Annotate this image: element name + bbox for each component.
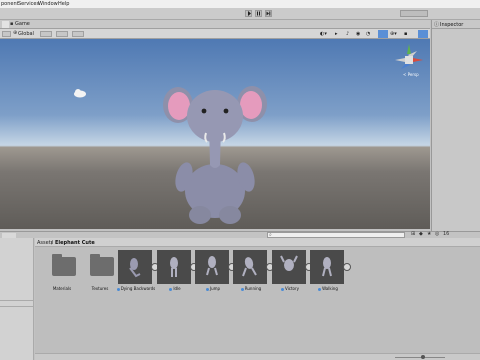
asset-label: Dying Backwards [120, 286, 156, 291]
asset-item[interactable]: Idle [157, 250, 198, 295]
animation-thumbnail [272, 250, 306, 284]
asset-item[interactable]: Materials [44, 250, 80, 295]
play-button[interactable] [245, 10, 252, 17]
grid-visibility-button[interactable] [72, 31, 84, 37]
filter-icon[interactable]: ⊞ [411, 231, 415, 237]
animation-thumbnail [233, 250, 267, 284]
expand-arrow-button[interactable] [343, 263, 351, 271]
asset-label: Victory [285, 286, 299, 291]
scene-toolbar: ⊕ Global ◐▾ ▸ ♪ ◉ ◔ ⊕▾ ▪ [0, 29, 430, 39]
zoom-slider-handle[interactable] [421, 355, 425, 359]
game-tab-label: Game [15, 21, 30, 27]
main-toolbar [0, 8, 480, 20]
star-icon[interactable]: ★ [427, 231, 431, 237]
scene-tab-bar: ▪ Game [0, 20, 430, 29]
lighting-toggle[interactable]: ♪ [346, 31, 354, 37]
snap-increment-button[interactable] [56, 31, 68, 37]
breadcrumb-elephant-cute[interactable]: Elephant Cute [55, 240, 95, 246]
asset-label: Running [244, 286, 262, 291]
zoom-slider-track[interactable] [395, 357, 445, 358]
animation-thumbnail [157, 250, 191, 284]
gizmos-dropdown[interactable]: ⊕▾ [390, 31, 400, 37]
menu-component[interactable]: ponent [1, 1, 19, 7]
effects-dropdown[interactable]: ◔ [366, 31, 376, 37]
search-scene-button[interactable] [418, 30, 428, 38]
2d-toggle[interactable]: ▸ [335, 31, 343, 37]
game-tab[interactable]: ▪ Game [10, 21, 36, 28]
project-folder-tree[interactable] [0, 238, 34, 360]
assets-footer [35, 353, 480, 360]
folder-icon [52, 254, 76, 276]
directional-light-icon[interactable] [73, 88, 87, 98]
inspector-tab-bar: ⓘ Inspector [432, 20, 480, 29]
grid-snap-button[interactable] [40, 31, 52, 37]
scene-viewport[interactable]: < Persp [0, 39, 430, 229]
camera-button[interactable] [378, 30, 388, 38]
tree-divider [0, 300, 34, 301]
pause-icon [257, 11, 260, 16]
global-toggle[interactable]: ⊕ Global [13, 30, 35, 37]
asset-item[interactable]: Victory [272, 250, 313, 295]
inspector-panel: ⓘ Inspector [431, 20, 480, 231]
animation-thumbnail [195, 250, 229, 284]
animation-clip-icon [170, 257, 178, 277]
animation-clip-icon [242, 257, 257, 277]
asset-label: Walking [322, 286, 338, 291]
animation-clip-icon [206, 256, 218, 276]
animation-thumbnail [310, 250, 344, 284]
play-icon [248, 11, 251, 16]
animation-thumbnail [118, 250, 152, 284]
menu-help[interactable]: Help [58, 1, 69, 7]
breadcrumb: Assets / Elephant Cute ⌕ ⊞ ◆ ★ ◎ 16 [35, 231, 480, 247]
scene-tab[interactable] [2, 21, 9, 28]
asset-item[interactable]: Textures [82, 250, 118, 295]
hand-tool-button[interactable] [2, 31, 11, 37]
pause-button[interactable] [255, 10, 262, 17]
tree-divider [0, 306, 34, 307]
svg-text:< Persp: < Persp [403, 72, 419, 77]
menu-bar: ponent Services Window Help [0, 0, 480, 8]
asset-item[interactable]: Walking [310, 250, 351, 295]
step-button[interactable] [265, 10, 272, 17]
animation-clip-icon [322, 257, 332, 277]
layers-button[interactable]: ▪ [404, 31, 414, 37]
label-icon[interactable]: ◆ [419, 231, 423, 237]
project-tab-bar [0, 231, 480, 238]
elephant-model[interactable] [160, 79, 270, 227]
asset-label: Idle [173, 286, 181, 291]
audio-toggle[interactable]: ◉ [356, 31, 364, 37]
layout-dropdown[interactable] [400, 10, 428, 17]
asset-label: Jump [209, 286, 221, 291]
search-icon: ⌕ [269, 232, 272, 238]
draw-mode-dropdown[interactable]: ◐▾ [320, 31, 332, 37]
folder-icon [90, 254, 114, 276]
menu-services[interactable]: Services [18, 1, 39, 7]
asset-item[interactable]: Running [233, 250, 274, 295]
hidden-packages-icon[interactable]: ◎ [435, 231, 439, 237]
packages-count: 16 [443, 231, 450, 237]
asset-item[interactable]: Jump [195, 250, 236, 295]
asset-label: Materials [52, 286, 72, 291]
step-icon [266, 11, 271, 16]
animation-clip-icon [280, 255, 298, 271]
inspector-tab[interactable]: Inspector [440, 22, 463, 28]
animation-clip-icon [129, 258, 141, 278]
global-label: Global [18, 31, 34, 37]
scene-orientation-gizmo[interactable]: < Persp [391, 42, 427, 80]
search-input[interactable]: ⌕ [267, 232, 405, 238]
menu-window[interactable]: Window [38, 1, 58, 7]
asset-item[interactable]: Dying Backwards [116, 250, 159, 295]
